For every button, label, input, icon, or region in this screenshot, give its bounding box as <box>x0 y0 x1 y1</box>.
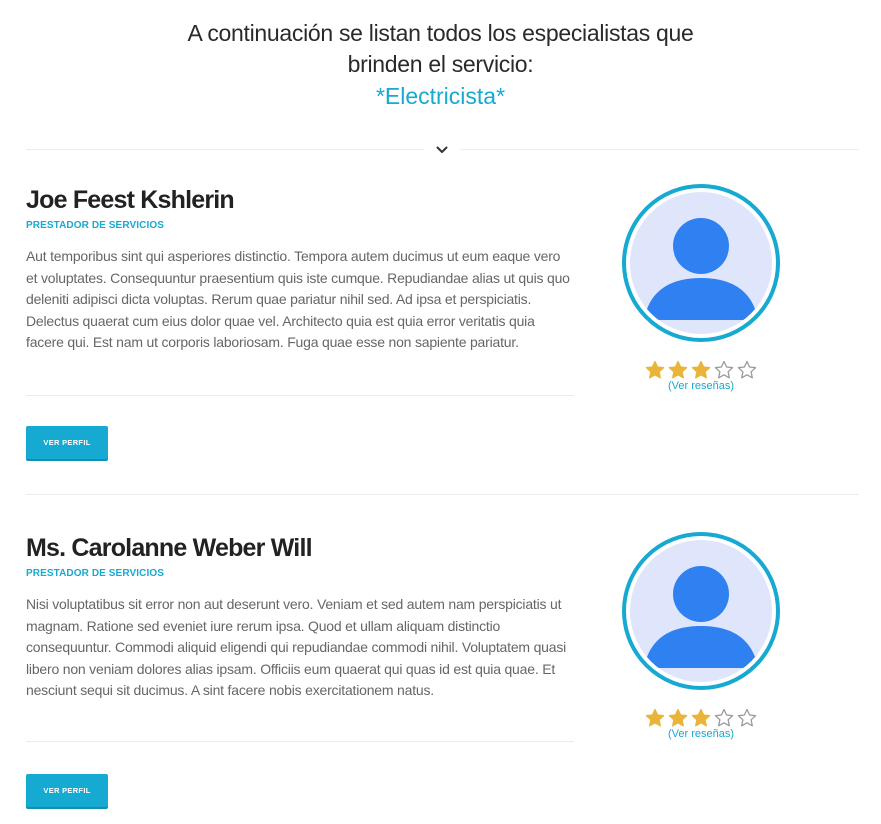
star-icon <box>714 708 734 727</box>
specialist-role: PRESTADOR DE SERVICIOS <box>26 568 164 579</box>
star-icon <box>714 360 734 379</box>
star-icon <box>691 360 711 379</box>
star-rating <box>622 360 780 380</box>
card-divider <box>26 395 574 396</box>
star-icon <box>668 708 688 727</box>
rating: (Ver reseñas) <box>622 708 780 740</box>
page-header: A continuación se listan todos los espec… <box>0 18 881 113</box>
star-icon <box>645 360 665 379</box>
view-reviews-link[interactable]: (Ver reseñas) <box>622 380 780 392</box>
intro-text: A continuación se listan todos los espec… <box>187 20 694 77</box>
chevron-down-icon <box>424 140 460 160</box>
view-profile-button[interactable]: VER PERFIL <box>26 774 108 807</box>
star-rating <box>622 708 780 728</box>
specialist-description: Nisi voluptatibus sit error non aut dese… <box>26 596 567 699</box>
rating: (Ver reseñas) <box>622 360 780 392</box>
view-reviews-link[interactable]: (Ver reseñas) <box>622 728 780 740</box>
star-icon <box>737 360 757 379</box>
view-profile-button[interactable]: VER PERFIL <box>26 426 108 459</box>
star-icon <box>645 708 665 727</box>
service-name: *Electricista* <box>375 83 506 109</box>
section-separator <box>26 494 859 495</box>
card-divider <box>26 741 574 742</box>
specialist-name: Ms. Carolanne Weber Will <box>26 534 313 562</box>
avatar <box>622 532 780 690</box>
user-avatar-icon <box>630 192 772 334</box>
specialist-description: Aut temporibus sint qui asperiores disti… <box>26 248 570 351</box>
specialist-role: PRESTADOR DE SERVICIOS <box>26 220 164 231</box>
avatar <box>622 184 780 342</box>
specialist-name: Joe Feest Kshlerin <box>26 186 235 214</box>
star-icon <box>737 708 757 727</box>
star-icon <box>668 360 688 379</box>
star-icon <box>691 708 711 727</box>
user-avatar-icon <box>630 540 772 682</box>
